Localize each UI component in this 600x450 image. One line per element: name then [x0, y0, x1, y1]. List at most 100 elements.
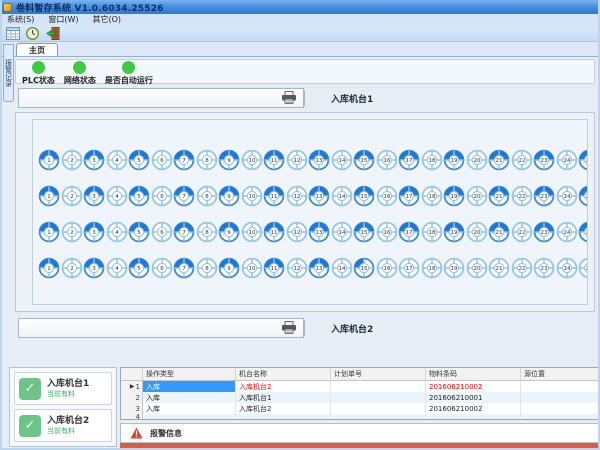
slot-r3-c21[interactable]: 21 [488, 221, 510, 243]
slot-r4-c6[interactable]: 6 [151, 257, 173, 279]
slot-r2-c12[interactable]: 12 [286, 185, 308, 207]
slot-r1-c2[interactable]: 2 [61, 149, 83, 171]
slot-r2-c18[interactable]: 18 [421, 185, 443, 207]
column-header-5[interactable]: 源位置 [521, 368, 599, 380]
slot-r4-c23[interactable]: 23 [533, 257, 555, 279]
slot-r1-c9[interactable]: 9 [218, 149, 240, 171]
slot-r2-c7[interactable]: 7 [173, 185, 195, 207]
slot-r4-c15[interactable]: 15 [353, 257, 375, 279]
table-cell[interactable]: 入库机台2 [236, 403, 331, 414]
slot-r3-c7[interactable]: 7 [173, 221, 195, 243]
table-cell[interactable] [521, 381, 599, 392]
table-cell[interactable]: 入库机台2 [236, 381, 331, 392]
slot-r1-c25[interactable]: 25 [578, 149, 588, 171]
slot-r2-c22[interactable]: 22 [511, 185, 533, 207]
slot-r2-c23[interactable]: 23 [533, 185, 555, 207]
slot-r4-c7[interactable]: 7 [173, 257, 195, 279]
slot-r4-c9[interactable]: 9 [218, 257, 240, 279]
slot-r1-c12[interactable]: 12 [286, 149, 308, 171]
table-cell[interactable] [521, 403, 599, 414]
slot-r3-c22[interactable]: 22 [511, 221, 533, 243]
slot-r4-c4[interactable]: 4 [106, 257, 128, 279]
slot-r3-c25[interactable]: 25 [578, 221, 588, 243]
slot-r1-c16[interactable]: 16 [376, 149, 398, 171]
slot-r4-c16[interactable]: 16 [376, 257, 398, 279]
slot-r3-c24[interactable]: 24 [556, 221, 578, 243]
slot-r4-c18[interactable]: 18 [421, 257, 443, 279]
table-cell[interactable]: 201606210001 [426, 392, 521, 403]
slot-r1-c22[interactable]: 22 [511, 149, 533, 171]
station1-header-box[interactable] [18, 88, 304, 108]
slot-r3-c16[interactable]: 16 [376, 221, 398, 243]
slot-r3-c13[interactable]: 13 [308, 221, 330, 243]
slot-r3-c2[interactable]: 2 [61, 221, 83, 243]
column-header-1[interactable]: 操作类型 [143, 368, 236, 380]
slot-r1-c6[interactable]: 6 [151, 149, 173, 171]
slot-r1-c20[interactable]: 20 [466, 149, 488, 171]
table-cell[interactable] [521, 392, 599, 403]
slot-r3-c9[interactable]: 9 [218, 221, 240, 243]
slot-r2-c4[interactable]: 4 [106, 185, 128, 207]
table-cell[interactable]: 201606210002 [426, 381, 521, 392]
slot-r2-c16[interactable]: 16 [376, 185, 398, 207]
slot-r4-c8[interactable]: 8 [196, 257, 218, 279]
slot-r2-c5[interactable]: 5 [128, 185, 150, 207]
slot-r3-c1[interactable]: 1 [38, 221, 60, 243]
printer-icon[interactable] [281, 319, 297, 338]
slot-r2-c14[interactable]: 14 [331, 185, 353, 207]
slot-r2-c2[interactable]: 2 [61, 185, 83, 207]
slot-r1-c23[interactable]: 23 [533, 149, 555, 171]
slot-r1-c18[interactable]: 18 [421, 149, 443, 171]
slot-r1-c4[interactable]: 4 [106, 149, 128, 171]
slot-r4-c24[interactable]: 24 [556, 257, 578, 279]
table-row[interactable]: ▶1入库入库机台2201606210002 [121, 381, 599, 392]
slot-r1-c15[interactable]: 15 [353, 149, 375, 171]
table-cell[interactable] [331, 403, 426, 414]
tab-home[interactable]: 主页 [16, 43, 58, 56]
slot-r1-c19[interactable]: 19 [443, 149, 465, 171]
slot-r2-c1[interactable]: 1 [38, 185, 60, 207]
column-header-2[interactable]: 机台名称 [236, 368, 331, 380]
calendar-icon[interactable] [5, 26, 20, 40]
table-row[interactable]: 2入库入库机台1201606210001 [121, 392, 599, 403]
slot-r3-c18[interactable]: 18 [421, 221, 443, 243]
slot-r1-c7[interactable]: 7 [173, 149, 195, 171]
slot-r1-c3[interactable]: 3 [83, 149, 105, 171]
slot-r2-c15[interactable]: 15 [353, 185, 375, 207]
table-cell[interactable] [331, 381, 426, 392]
slot-r4-c21[interactable]: 21 [488, 257, 510, 279]
slot-r1-c10[interactable]: 10 [241, 149, 263, 171]
slot-r1-c17[interactable]: 17 [398, 149, 420, 171]
slot-r1-c13[interactable]: 13 [308, 149, 330, 171]
slot-r4-c13[interactable]: 13 [308, 257, 330, 279]
slot-r4-c11[interactable]: 11 [263, 257, 285, 279]
table-cell[interactable] [331, 392, 426, 403]
clock-icon[interactable] [25, 26, 40, 40]
slot-r1-c21[interactable]: 21 [488, 149, 510, 171]
slot-r3-c12[interactable]: 12 [286, 221, 308, 243]
slot-r3-c20[interactable]: 20 [466, 221, 488, 243]
slot-r2-c8[interactable]: 8 [196, 185, 218, 207]
slot-r2-c24[interactable]: 24 [556, 185, 578, 207]
slot-r3-c23[interactable]: 23 [533, 221, 555, 243]
row-header[interactable]: ▶1 [121, 381, 143, 392]
table-row[interactable]: 3入库入库机台2201606210002 [121, 403, 599, 414]
slot-r3-c6[interactable]: 6 [151, 221, 173, 243]
slot-r4-c3[interactable]: 3 [83, 257, 105, 279]
slot-r3-c14[interactable]: 14 [331, 221, 353, 243]
slot-r1-c14[interactable]: 14 [331, 149, 353, 171]
slot-r3-c11[interactable]: 11 [263, 221, 285, 243]
slot-r1-c24[interactable]: 24 [556, 149, 578, 171]
column-header-4[interactable]: 物料条码 [426, 368, 521, 380]
side-collapsed-tab[interactable]: 报警记录 [3, 44, 14, 102]
exit-icon[interactable] [45, 26, 60, 40]
slot-r2-c19[interactable]: 19 [443, 185, 465, 207]
slot-r2-c11[interactable]: 11 [263, 185, 285, 207]
slot-r4-c19[interactable]: 19 [443, 257, 465, 279]
slot-r1-c11[interactable]: 11 [263, 149, 285, 171]
slot-r3-c19[interactable]: 19 [443, 221, 465, 243]
slot-r4-c5[interactable]: 5 [128, 257, 150, 279]
table-cell[interactable]: 入库机台1 [236, 392, 331, 403]
slot-r3-c15[interactable]: 15 [353, 221, 375, 243]
row-header[interactable]: 3 [121, 403, 143, 414]
